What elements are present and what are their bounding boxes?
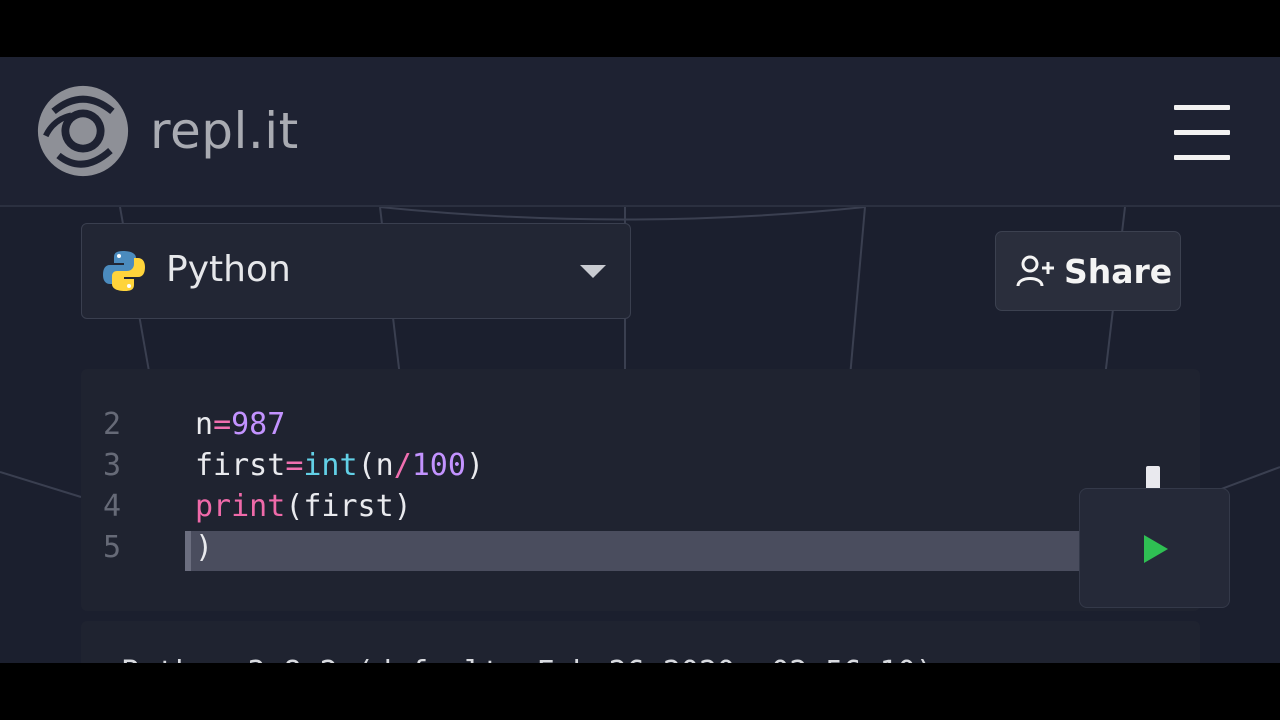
- code-text: first=int(n/100): [195, 448, 484, 483]
- share-label: Share: [1064, 252, 1173, 291]
- line-number: 3: [103, 448, 122, 483]
- code-token: 100: [411, 448, 466, 483]
- code-token: (first): [285, 489, 412, 524]
- add-user-icon: [1016, 255, 1054, 287]
- console-text: Python 3.8.2 (default, Feb 26 2020, 02:5…: [121, 655, 934, 663]
- console-output[interactable]: Python 3.8.2 (default, Feb 26 2020, 02:5…: [81, 621, 1200, 663]
- code-token: =: [285, 448, 304, 483]
- code-line[interactable]: 4 print(first): [81, 489, 1081, 529]
- hamburger-menu-icon[interactable]: [1172, 105, 1232, 163]
- code-token: n: [195, 407, 214, 442]
- code-text: ): [195, 530, 213, 565]
- code-token: 987: [231, 407, 286, 442]
- code-token: =: [213, 407, 232, 442]
- play-icon: [1144, 535, 1168, 563]
- brand-name[interactable]: repl.it: [150, 102, 299, 160]
- code-token: int: [303, 448, 358, 483]
- code-token: (n: [357, 448, 394, 483]
- code-token: first: [195, 448, 286, 483]
- top-bar: repl.it: [0, 57, 1280, 207]
- code-text: n=987: [195, 407, 285, 442]
- line-number: 2: [103, 407, 122, 442]
- code-token: /: [393, 448, 412, 483]
- python-logo-icon: [103, 251, 145, 291]
- replit-logo-icon[interactable]: [34, 82, 132, 180]
- code-token: print: [195, 489, 286, 524]
- replit-app: repl.it Python Share 2 n=987 3 first=int(n/…: [0, 57, 1280, 663]
- code-token: ): [195, 530, 214, 565]
- line-number: 4: [103, 489, 122, 524]
- line-number: 5: [103, 530, 122, 565]
- share-button[interactable]: Share: [995, 231, 1181, 311]
- language-select[interactable]: Python: [81, 223, 631, 319]
- code-text: print(first): [195, 489, 412, 524]
- language-label: Python: [166, 249, 291, 290]
- code-line[interactable]: 2 n=987: [81, 407, 1081, 447]
- code-editor[interactable]: 2 n=987 3 first=int(n/100) 4 print(first) 5): [81, 369, 1200, 611]
- code-token: ): [465, 448, 484, 483]
- code-line[interactable]: 5): [81, 530, 1081, 570]
- run-button[interactable]: [1079, 488, 1230, 608]
- code-line[interactable]: 3 first=int(n/100): [81, 448, 1081, 488]
- caret-down-icon: [580, 265, 606, 278]
